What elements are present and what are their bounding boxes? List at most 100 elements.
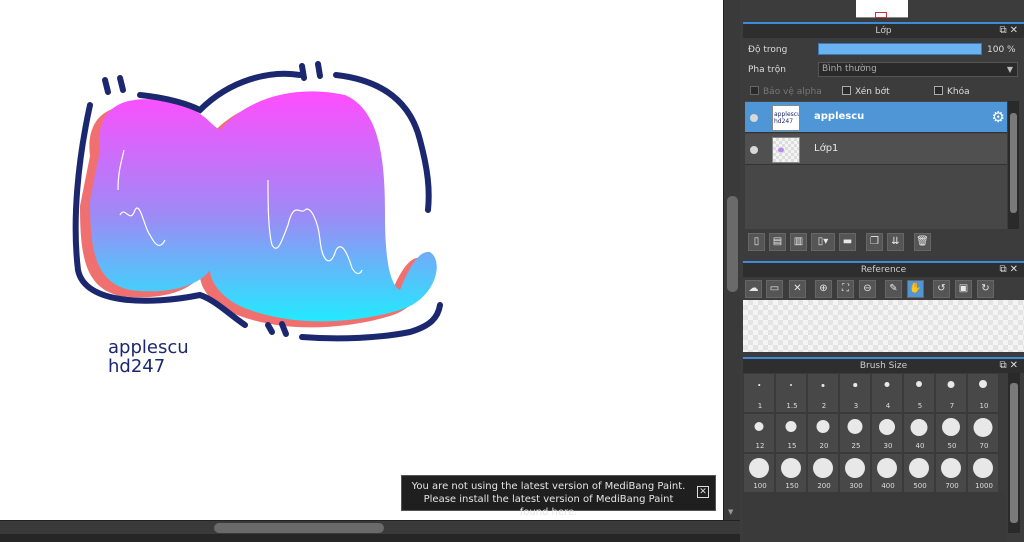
brush-size-option[interactable]: 10 [967, 373, 999, 413]
layer-thumbnail: applescu hd247 [772, 105, 801, 131]
artwork [72, 61, 443, 342]
brush-size-label: 25 [851, 442, 861, 450]
popout-icon[interactable]: ⧉ [999, 264, 1009, 275]
brush-size-option[interactable]: 15 [775, 413, 807, 453]
rotate-right-icon[interactable]: ↻ [977, 280, 994, 298]
popout-icon[interactable]: ⧉ [999, 360, 1009, 371]
zoom-out-icon[interactable]: ⊖ [859, 280, 876, 298]
scroll-down-icon[interactable]: ▼ [728, 508, 733, 516]
brush-size-option[interactable]: 1000 [967, 453, 999, 493]
brush-size-option[interactable]: 7 [935, 373, 967, 413]
brush-size-label: 1000 [975, 482, 993, 490]
brush-size-dot [816, 420, 830, 433]
blend-label: Pha trộn [748, 65, 786, 75]
brush-size-option[interactable]: 4 [871, 373, 903, 413]
brush-size-option[interactable]: 1.5 [775, 373, 807, 413]
navigator-viewport-marker [875, 12, 887, 18]
open-folder-icon[interactable]: ▭ [766, 280, 783, 298]
canvas-horizontal-scrollbar[interactable] [0, 520, 740, 534]
brush-size-label: 50 [947, 442, 957, 450]
brush-size-option[interactable]: 300 [839, 453, 871, 493]
popout-icon[interactable]: ⧉ [999, 25, 1009, 36]
add-layer-menu-icon[interactable]: ▯▾ [811, 233, 835, 251]
right-panels: Lớp ⧉✕ Độ trong 100 % Pha trộn Bình thườ… [740, 0, 1024, 542]
brush-size-dot [942, 418, 960, 436]
protect-alpha-checkbox[interactable]: Bảo vệ alpha [750, 86, 822, 97]
brush-size-dot [879, 419, 895, 435]
drawing-canvas[interactable]: applescu hd247 You are not using the lat… [0, 0, 723, 520]
new-8bit-layer-icon[interactable]: ▥ [790, 233, 807, 251]
scroll-thumb[interactable] [1010, 113, 1017, 213]
brush-size-dot [853, 383, 857, 387]
close-icon[interactable]: ✕ [1010, 264, 1021, 275]
brush-size-dot [909, 458, 929, 478]
close-icon[interactable]: ✕ [789, 280, 806, 298]
brush-size-dot [781, 458, 801, 478]
navigator-preview[interactable] [856, 0, 908, 18]
close-icon[interactable]: ✕ [1010, 360, 1021, 371]
merge-down-icon[interactable]: ⇊ [887, 233, 904, 251]
brush-size-scrollbar[interactable] [1008, 373, 1020, 533]
visibility-icon[interactable] [750, 114, 758, 122]
brush-size-option[interactable]: 150 [775, 453, 807, 493]
brush-size-dot [973, 458, 993, 478]
blend-mode-select[interactable]: Bình thường ▼ [818, 62, 1018, 77]
brush-size-option[interactable]: 100 [743, 453, 775, 493]
brush-size-option[interactable]: 30 [871, 413, 903, 453]
gear-icon[interactable]: ⚙ [992, 108, 1005, 126]
brush-size-option[interactable]: 25 [839, 413, 871, 453]
brush-size-grid: 1 1.5 2 3 4 5 7 10 12 15 20 25 30 40 50 70 100 150 200 300 4… [743, 373, 1006, 493]
update-notice[interactable]: You are not using the latest version of … [401, 475, 716, 518]
brush-size-label: 7 [949, 402, 955, 410]
scroll-thumb[interactable] [214, 523, 384, 533]
zoom-in-icon[interactable]: ⊕ [815, 280, 832, 298]
clipping-checkbox[interactable]: Xén bớt [842, 86, 890, 97]
scroll-thumb[interactable] [1010, 383, 1018, 523]
brush-size-label: 1.5 [786, 402, 798, 410]
brush-size-option[interactable]: 500 [903, 453, 935, 493]
layer-list-scrollbar[interactable] [1008, 101, 1019, 229]
layer-row[interactable]: Lớp1 [745, 134, 1007, 165]
brush-size-option[interactable]: 40 [903, 413, 935, 453]
brush-size-option[interactable]: 2 [807, 373, 839, 413]
close-icon[interactable]: ✕ [1010, 25, 1021, 36]
brush-size-label: 12 [755, 442, 765, 450]
art-body [90, 91, 437, 322]
new-halftone-layer-icon[interactable]: ▤ [769, 233, 786, 251]
rotate-left-icon[interactable]: ↺ [933, 280, 950, 298]
brush-size-option[interactable]: 200 [807, 453, 839, 493]
reference-image-area[interactable] [743, 300, 1024, 352]
brush-size-label: 70 [979, 442, 989, 450]
brush-size-option[interactable]: 20 [807, 413, 839, 453]
brush-size-option[interactable]: 70 [967, 413, 999, 453]
protect-alpha-label: Bảo vệ alpha [763, 87, 822, 97]
scroll-thumb[interactable] [727, 196, 738, 292]
visibility-icon[interactable] [750, 146, 758, 154]
eyedropper-icon[interactable]: ✎ [885, 280, 902, 298]
new-layer-icon[interactable]: ▯ [748, 233, 765, 251]
folder-icon[interactable]: ▬ [839, 233, 856, 251]
brush-size-label: 700 [945, 482, 959, 490]
brush-size-label: 10 [979, 402, 989, 410]
close-icon[interactable]: ✕ [697, 486, 709, 498]
hand-icon[interactable]: ✋ [907, 280, 924, 298]
canvas-vertical-scrollbar[interactable]: ▼ [723, 0, 740, 520]
layer-name: applescu [814, 111, 865, 122]
brush-size-option[interactable]: 50 [935, 413, 967, 453]
brush-size-dot [758, 384, 760, 386]
fit-screen-icon[interactable]: ▣ [955, 280, 972, 298]
brush-size-option[interactable]: 400 [871, 453, 903, 493]
brush-size-option[interactable]: 3 [839, 373, 871, 413]
lock-checkbox[interactable]: Khóa [934, 86, 970, 97]
layer-panel-header: Lớp ⧉✕ [743, 22, 1024, 38]
layer-row[interactable]: applescu hd247 applescu ⚙ [745, 102, 1007, 133]
brush-size-option[interactable]: 5 [903, 373, 935, 413]
brush-size-option[interactable]: 1 [743, 373, 775, 413]
brush-size-option[interactable]: 12 [743, 413, 775, 453]
opacity-slider[interactable] [818, 43, 982, 55]
fit-icon[interactable]: ⛶ [837, 280, 854, 298]
cloud-icon[interactable]: ☁ [745, 280, 762, 298]
duplicate-layer-icon[interactable]: ❐ [866, 233, 883, 251]
delete-layer-icon[interactable]: 🗑 [914, 233, 931, 251]
brush-size-option[interactable]: 700 [935, 453, 967, 493]
